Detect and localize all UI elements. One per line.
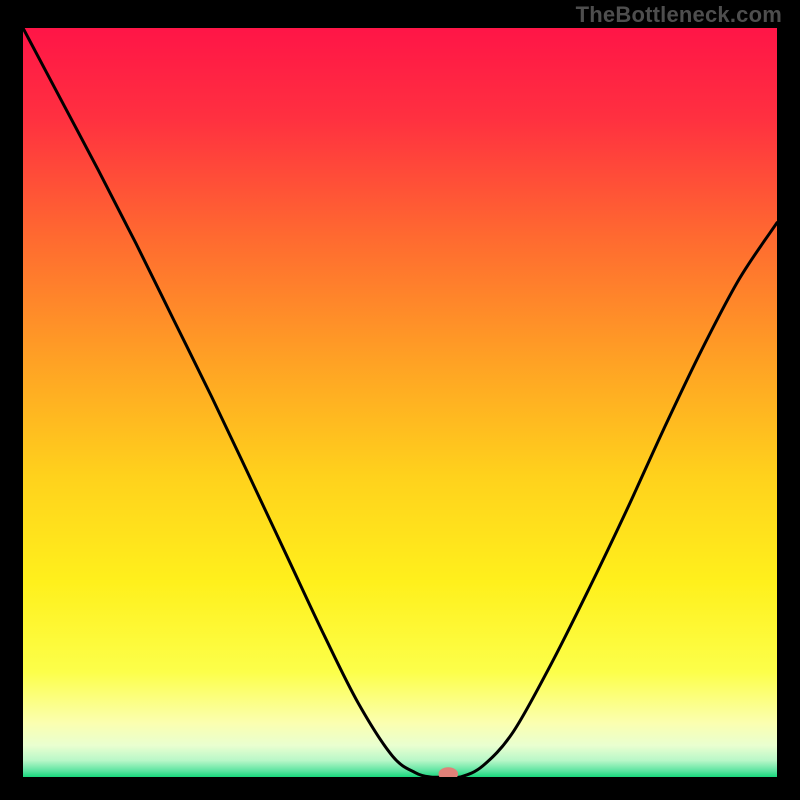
plot-svg — [23, 28, 777, 777]
plot-area — [23, 28, 777, 777]
watermark-text: TheBottleneck.com — [576, 2, 782, 28]
chart-frame: TheBottleneck.com — [0, 0, 800, 800]
plot-background — [23, 28, 777, 777]
